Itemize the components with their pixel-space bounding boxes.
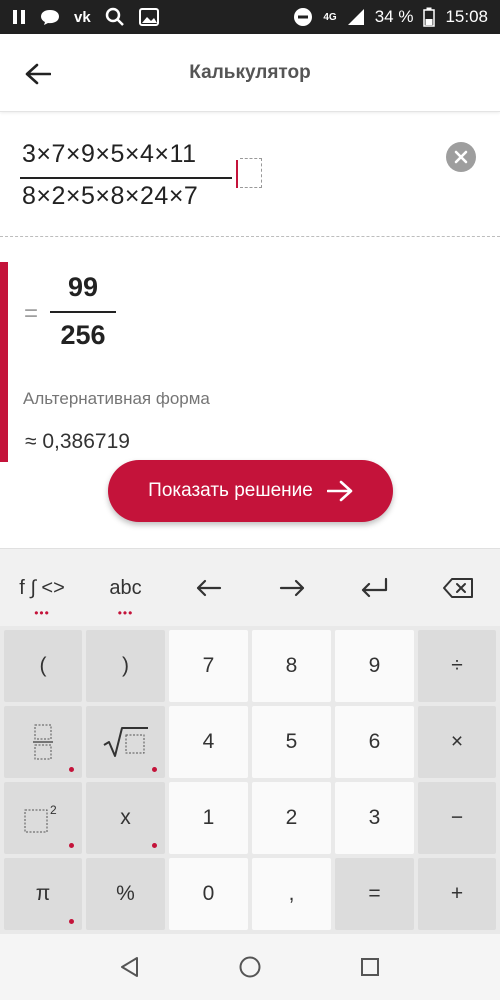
key-comma[interactable]: , bbox=[252, 858, 331, 930]
home-circle-icon bbox=[239, 956, 261, 978]
status-bar: vk 4G 34 % 15:08 bbox=[0, 0, 500, 34]
more-dot-icon bbox=[152, 767, 157, 772]
key-square[interactable]: 2 bbox=[4, 782, 82, 854]
sqrt-icon bbox=[102, 727, 148, 757]
back-triangle-icon bbox=[121, 957, 138, 977]
equals-sign: = bbox=[24, 300, 39, 327]
expression-denominator[interactable]: 8×2×5×8×24×7 bbox=[22, 182, 198, 211]
key-6[interactable]: 6 bbox=[335, 706, 414, 778]
cursor-right-button[interactable] bbox=[250, 549, 333, 627]
key-0[interactable]: 0 bbox=[169, 858, 248, 930]
key-1[interactable]: 1 bbox=[169, 782, 248, 854]
page-title: Калькулятор bbox=[189, 62, 311, 83]
key-7[interactable]: 7 bbox=[169, 630, 248, 702]
arrow-right-icon bbox=[326, 480, 353, 502]
key-plus[interactable]: + bbox=[418, 858, 496, 930]
arrow-left-icon bbox=[196, 579, 221, 597]
recents-square-icon bbox=[361, 958, 379, 976]
result-fraction-bar bbox=[50, 311, 116, 313]
clear-button[interactable] bbox=[446, 142, 476, 172]
enter-button[interactable] bbox=[333, 549, 416, 627]
close-icon bbox=[454, 150, 468, 164]
nav-recents-button[interactable] bbox=[350, 947, 390, 987]
cursor-left-button[interactable] bbox=[167, 549, 250, 627]
keypad: ( ) 7 8 9 ÷ 4 5 6 × 2 x 1 2 3 − π % 0 , … bbox=[0, 626, 500, 934]
key-4[interactable]: 4 bbox=[169, 706, 248, 778]
pause-icon bbox=[12, 9, 26, 25]
more-dot-icon bbox=[152, 843, 157, 848]
network-type: 4G bbox=[323, 11, 337, 23]
expression-numerator[interactable]: 3×7×9×5×4×11 bbox=[22, 140, 196, 169]
square-power-icon: 2 bbox=[24, 803, 57, 833]
functions-label: f ∫ <> bbox=[19, 576, 65, 599]
result-denominator: 256 bbox=[60, 320, 106, 350]
keyboard-toolbar: f ∫ <> ••• abc ••• bbox=[0, 548, 500, 626]
key-close-paren[interactable]: ) bbox=[86, 630, 165, 702]
battery-icon bbox=[423, 7, 436, 27]
arrow-right-icon bbox=[279, 579, 304, 597]
svg-text:2: 2 bbox=[50, 803, 57, 817]
result-accent-bar bbox=[0, 262, 8, 462]
show-solution-label: Показать решение bbox=[148, 480, 313, 501]
abc-label: abc bbox=[109, 576, 142, 599]
abc-tab[interactable]: abc ••• bbox=[84, 549, 167, 627]
key-equals[interactable]: = bbox=[335, 858, 414, 930]
key-pi-label: π bbox=[35, 882, 51, 905]
key-x-label: x bbox=[120, 806, 131, 829]
dnd-icon bbox=[293, 7, 313, 27]
key-open-paren[interactable]: ( bbox=[4, 630, 82, 702]
key-sqrt[interactable] bbox=[86, 706, 165, 778]
divider bbox=[0, 236, 500, 237]
input-placeholder-box[interactable] bbox=[240, 158, 262, 188]
battery-percent: 34 % bbox=[374, 7, 414, 26]
more-dot-icon bbox=[69, 767, 74, 772]
key-percent[interactable]: % bbox=[86, 858, 165, 930]
backspace-icon bbox=[443, 578, 473, 598]
key-multiply[interactable]: × bbox=[418, 706, 496, 778]
key-8[interactable]: 8 bbox=[252, 630, 331, 702]
key-divide[interactable]: ÷ bbox=[418, 630, 496, 702]
more-dots-icon: ••• bbox=[34, 606, 50, 620]
nav-home-button[interactable] bbox=[230, 947, 270, 987]
chat-icon bbox=[40, 8, 60, 26]
system-nav-bar bbox=[0, 934, 500, 1000]
more-dot-icon bbox=[69, 843, 74, 848]
key-5[interactable]: 5 bbox=[252, 706, 331, 778]
search-icon bbox=[105, 7, 125, 27]
fraction-icon bbox=[33, 724, 53, 760]
fraction-bar bbox=[20, 177, 232, 179]
enter-icon bbox=[361, 577, 387, 598]
show-solution-button[interactable]: Показать решение bbox=[108, 460, 393, 522]
app-bar: Калькулятор bbox=[0, 34, 500, 112]
key-minus[interactable]: − bbox=[418, 782, 496, 854]
key-x[interactable]: x bbox=[86, 782, 165, 854]
image-icon bbox=[138, 8, 159, 26]
key-3[interactable]: 3 bbox=[335, 782, 414, 854]
alternative-form-label: Альтернативная форма bbox=[23, 389, 210, 408]
text-cursor bbox=[236, 160, 238, 188]
approximate-value: ≈ 0,386719 bbox=[25, 430, 130, 453]
functions-tab[interactable]: f ∫ <> ••• bbox=[0, 549, 84, 627]
key-pi[interactable]: π bbox=[4, 858, 82, 930]
key-2[interactable]: 2 bbox=[252, 782, 331, 854]
result-numerator: 99 bbox=[67, 272, 99, 302]
key-9[interactable]: 9 bbox=[335, 630, 414, 702]
nav-back-button[interactable] bbox=[110, 947, 150, 987]
more-dot-icon bbox=[69, 919, 74, 924]
clock: 15:08 bbox=[445, 7, 488, 26]
signal-icon bbox=[347, 8, 365, 26]
more-dots-icon: ••• bbox=[117, 606, 134, 620]
vk-icon: vk bbox=[74, 8, 91, 26]
key-fraction[interactable] bbox=[4, 706, 82, 778]
backspace-button[interactable] bbox=[416, 549, 500, 627]
